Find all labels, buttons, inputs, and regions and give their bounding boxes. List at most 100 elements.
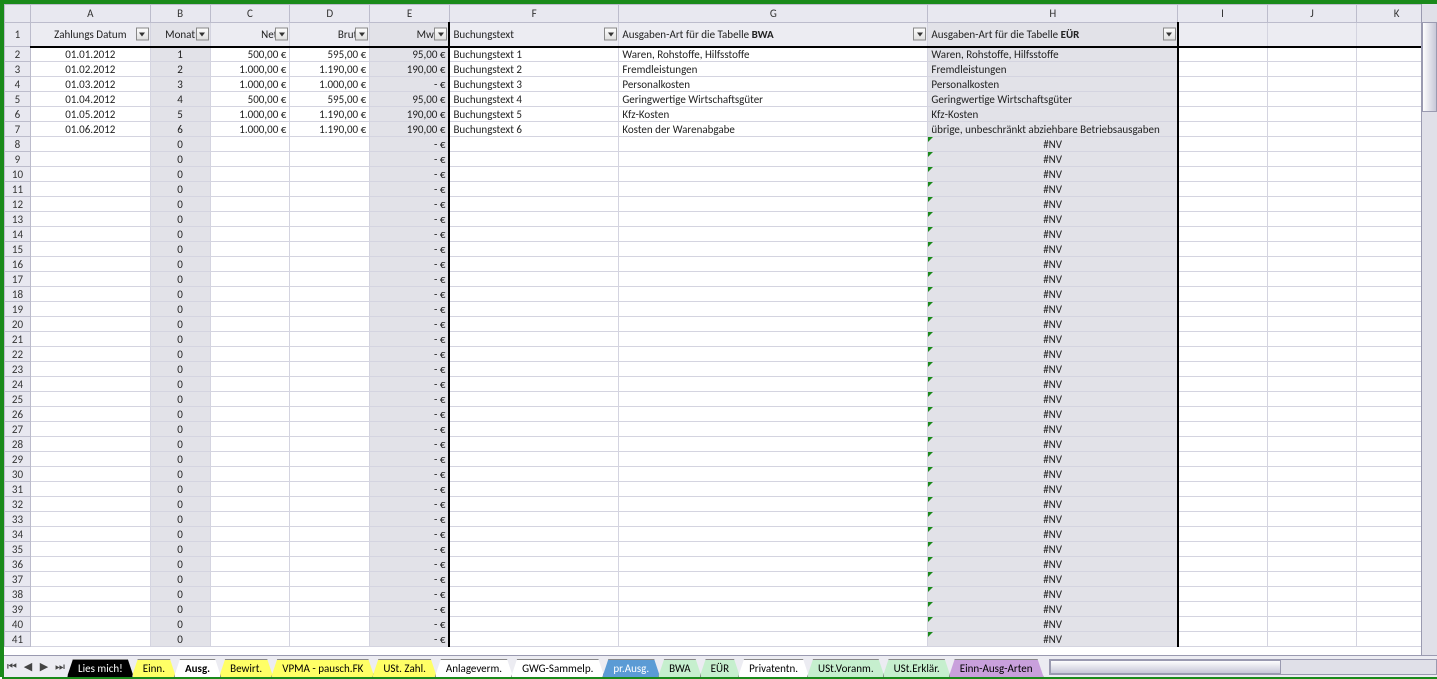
cell-F[interactable] bbox=[449, 302, 618, 317]
cell-G[interactable] bbox=[619, 407, 928, 422]
cell-H[interactable]: #NV bbox=[928, 257, 1178, 272]
row-header[interactable]: 5 bbox=[5, 92, 31, 107]
cell-H[interactable]: #NV bbox=[928, 542, 1178, 557]
cell-G[interactable] bbox=[619, 422, 928, 437]
cell-I[interactable] bbox=[1178, 452, 1268, 467]
cell-I[interactable] bbox=[1178, 467, 1268, 482]
cell-J[interactable] bbox=[1267, 182, 1357, 197]
filter-dropdown-icon[interactable] bbox=[136, 28, 149, 41]
cell-I[interactable] bbox=[1178, 362, 1268, 377]
cell-A[interactable] bbox=[30, 242, 150, 257]
cell-G[interactable]: Personalkosten bbox=[619, 77, 928, 92]
cell-D[interactable] bbox=[290, 407, 370, 422]
cell-A[interactable] bbox=[30, 542, 150, 557]
cell-F[interactable] bbox=[449, 602, 618, 617]
cell-E[interactable]: - € bbox=[370, 512, 450, 527]
cell-J[interactable] bbox=[1267, 47, 1357, 62]
sheet-tab[interactable]: pr.Ausg. bbox=[602, 659, 660, 677]
cell-A[interactable] bbox=[30, 512, 150, 527]
column-header-A[interactable]: A bbox=[30, 5, 150, 23]
cell-H[interactable]: #NV bbox=[928, 272, 1178, 287]
cell-C[interactable] bbox=[210, 242, 290, 257]
table-header-G[interactable]: Ausgaben-Art für die Tabelle BWA bbox=[619, 23, 928, 47]
cell-J[interactable] bbox=[1267, 287, 1357, 302]
cell-I[interactable] bbox=[1178, 242, 1268, 257]
cell-G[interactable] bbox=[619, 572, 928, 587]
cell-H[interactable]: #NV bbox=[928, 467, 1178, 482]
cell-J[interactable] bbox=[1267, 332, 1357, 347]
cell-D[interactable] bbox=[290, 272, 370, 287]
cell-B[interactable]: 3 bbox=[150, 77, 210, 92]
cell-G[interactable] bbox=[619, 182, 928, 197]
row-header[interactable]: 19 bbox=[5, 302, 31, 317]
cell-G[interactable] bbox=[619, 287, 928, 302]
cell-G[interactable] bbox=[619, 272, 928, 287]
cell-A[interactable] bbox=[30, 377, 150, 392]
cell-F[interactable] bbox=[449, 197, 618, 212]
cell-A[interactable] bbox=[30, 527, 150, 542]
sheet-tab[interactable]: Lies mich! bbox=[67, 659, 134, 677]
table-header-I[interactable] bbox=[1178, 23, 1268, 47]
row-header[interactable]: 14 bbox=[5, 227, 31, 242]
cell-E[interactable]: - € bbox=[370, 557, 450, 572]
cell-B[interactable]: 0 bbox=[150, 542, 210, 557]
cell-G[interactable] bbox=[619, 227, 928, 242]
cell-E[interactable]: - € bbox=[370, 287, 450, 302]
cell-F[interactable] bbox=[449, 347, 618, 362]
cell-C[interactable] bbox=[210, 167, 290, 182]
cell-E[interactable]: - € bbox=[370, 212, 450, 227]
cell-C[interactable] bbox=[210, 617, 290, 632]
cell-J[interactable] bbox=[1267, 602, 1357, 617]
cell-D[interactable] bbox=[290, 197, 370, 212]
cell-C[interactable] bbox=[210, 317, 290, 332]
column-header-F[interactable]: F bbox=[449, 5, 618, 23]
column-header-E[interactable]: E bbox=[370, 5, 450, 23]
cell-I[interactable] bbox=[1178, 137, 1268, 152]
cell-J[interactable] bbox=[1267, 617, 1357, 632]
cell-E[interactable]: - € bbox=[370, 317, 450, 332]
sheet-tab[interactable]: BWA bbox=[658, 659, 702, 677]
cell-G[interactable] bbox=[619, 347, 928, 362]
row-header[interactable]: 25 bbox=[5, 392, 31, 407]
row-header[interactable]: 16 bbox=[5, 257, 31, 272]
cell-D[interactable] bbox=[290, 422, 370, 437]
row-header[interactable]: 24 bbox=[5, 377, 31, 392]
cell-E[interactable]: - € bbox=[370, 242, 450, 257]
cell-A[interactable] bbox=[30, 482, 150, 497]
cell-B[interactable]: 0 bbox=[150, 587, 210, 602]
cell-D[interactable] bbox=[290, 527, 370, 542]
row-header[interactable]: 8 bbox=[5, 137, 31, 152]
table-header-C[interactable]: Netto bbox=[210, 23, 290, 47]
row-header[interactable]: 20 bbox=[5, 317, 31, 332]
cell-H[interactable]: #NV bbox=[928, 512, 1178, 527]
row-header[interactable]: 32 bbox=[5, 497, 31, 512]
cell-F[interactable] bbox=[449, 437, 618, 452]
cell-C[interactable] bbox=[210, 227, 290, 242]
cell-G[interactable] bbox=[619, 362, 928, 377]
tab-nav-next[interactable]: ▶ bbox=[36, 659, 52, 675]
cell-I[interactable] bbox=[1178, 47, 1268, 62]
cell-A[interactable] bbox=[30, 302, 150, 317]
cell-J[interactable] bbox=[1267, 632, 1357, 647]
row-header[interactable]: 34 bbox=[5, 527, 31, 542]
row-header[interactable]: 12 bbox=[5, 197, 31, 212]
cell-B[interactable]: 0 bbox=[150, 302, 210, 317]
cell-A[interactable]: 01.04.2012 bbox=[30, 92, 150, 107]
table-header-F[interactable]: Buchungstext bbox=[449, 23, 618, 47]
cell-E[interactable]: - € bbox=[370, 152, 450, 167]
cell-F[interactable] bbox=[449, 272, 618, 287]
cell-H[interactable]: #NV bbox=[928, 527, 1178, 542]
cell-H[interactable]: #NV bbox=[928, 572, 1178, 587]
cell-I[interactable] bbox=[1178, 527, 1268, 542]
cell-D[interactable] bbox=[290, 167, 370, 182]
cell-G[interactable] bbox=[619, 137, 928, 152]
cell-A[interactable] bbox=[30, 212, 150, 227]
cell-D[interactable] bbox=[290, 602, 370, 617]
cell-D[interactable] bbox=[290, 347, 370, 362]
cell-H[interactable]: #NV bbox=[928, 227, 1178, 242]
cell-I[interactable] bbox=[1178, 617, 1268, 632]
cell-H[interactable]: #NV bbox=[928, 452, 1178, 467]
cell-C[interactable] bbox=[210, 602, 290, 617]
cell-I[interactable] bbox=[1178, 437, 1268, 452]
cell-G[interactable] bbox=[619, 557, 928, 572]
